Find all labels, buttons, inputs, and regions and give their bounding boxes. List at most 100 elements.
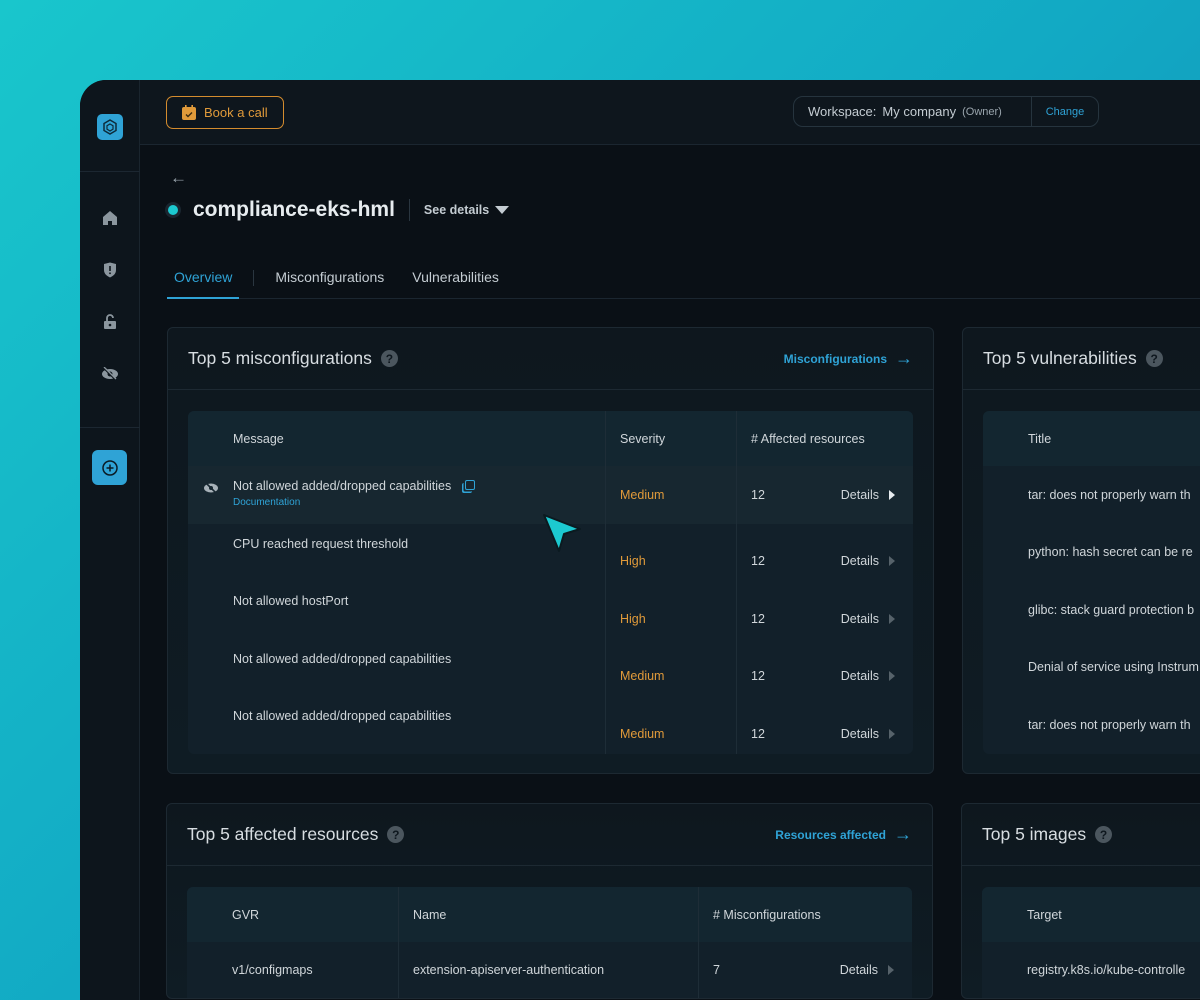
images-card: Top 5 images? Target registry.k8s.io/kub…: [961, 803, 1200, 999]
affected-resources-card: Top 5 affected resources? Resources affe…: [166, 803, 933, 999]
name-cell: extension-apiserver-authentication: [398, 942, 698, 998]
details-label: Details: [840, 554, 879, 569]
message-text: Not allowed hostPort: [233, 594, 349, 608]
book-call-button[interactable]: Book a call: [166, 96, 284, 129]
severity-cell: High: [605, 581, 736, 639]
row-spacer: [188, 652, 233, 655]
details-label: Details: [840, 487, 879, 502]
details-button[interactable]: Details: [841, 727, 895, 741]
top-bar: Book a call Workspace: My company (Owner) …: [140, 80, 1200, 145]
logo-icon[interactable]: [97, 114, 123, 140]
help-icon[interactable]: ?: [387, 826, 405, 843]
table-row[interactable]: Not allowed added/dropped capabilities M…: [188, 696, 913, 754]
table-row[interactable]: glibc: stack guard protection b: [983, 581, 1200, 639]
link-label: Misconfigurations: [783, 351, 887, 366]
tab-overview[interactable]: Overview: [167, 260, 240, 299]
title-cell: tar: does not properly warn th: [1028, 487, 1191, 502]
tab-vulnerabilities[interactable]: Vulnerabilities: [405, 260, 506, 299]
column-header: GVR: [232, 907, 260, 922]
details-button[interactable]: Details: [841, 669, 895, 683]
table-header: Message Severity # Affected resources: [188, 411, 913, 466]
column-header: Target: [1027, 907, 1062, 922]
table-row[interactable]: tar: does not properly warn th: [983, 466, 1200, 524]
tab-bar: Overview Misconfigurations Vulnerabiliti…: [167, 260, 1200, 299]
tab-misconfigurations[interactable]: Misconfigurations: [268, 260, 391, 299]
table-header: GVR Name # Misconfigurations: [187, 887, 912, 942]
help-icon[interactable]: ?: [380, 350, 398, 367]
table-row[interactable]: tar: does not properly warn th: [983, 696, 1200, 754]
details-button[interactable]: Details: [841, 488, 895, 502]
chevron-right-icon: [889, 728, 895, 739]
details-label: Details: [840, 726, 879, 741]
details-button[interactable]: Details: [841, 612, 895, 626]
eye-off-icon[interactable]: [100, 364, 120, 384]
card-title: Top 5 misconfigurations: [188, 348, 372, 368]
calendar-icon: [182, 105, 196, 120]
title-cell: tar: does not properly warn th: [1028, 717, 1191, 732]
target-cell: registry.k8s.io/kube-controlle: [1027, 963, 1186, 977]
severity-cell: Medium: [605, 466, 736, 524]
add-button[interactable]: [92, 450, 127, 485]
card-title: Top 5 images: [982, 824, 1087, 844]
caret-down-icon: [495, 206, 510, 214]
help-icon[interactable]: ?: [1095, 826, 1113, 843]
chevron-right-icon: [888, 965, 894, 975]
row-spacer: [188, 709, 233, 712]
details-label: Details: [840, 611, 879, 626]
eye-off-icon[interactable]: [188, 479, 233, 494]
details-label: Details: [840, 669, 879, 684]
message-text: Not allowed added/dropped capabilities: [233, 709, 452, 723]
count-cell: 7: [713, 963, 720, 977]
row-spacer: [188, 537, 233, 540]
misconfigurations-table: Message Severity # Affected resources No…: [188, 411, 913, 754]
table-row[interactable]: python: hash secret can be re: [983, 524, 1200, 582]
title-cell: python: hash secret can be re: [1028, 545, 1193, 560]
severity-cell: Medium: [605, 638, 736, 696]
arrow-right-icon: →: [895, 348, 913, 368]
app-window: Book a call Workspace: My company (Owner) …: [80, 80, 1200, 1000]
arrow-right-icon: →: [894, 824, 912, 844]
affected-count: 12: [751, 554, 765, 569]
link-label: Resources affected: [775, 827, 886, 842]
card-title: Top 5 affected resources: [187, 824, 379, 844]
back-arrow-icon[interactable]: ←: [170, 168, 187, 188]
misconfigurations-link[interactable]: Misconfigurations →: [784, 348, 913, 369]
sidebar: [80, 80, 140, 1000]
column-header: # Affected resources: [736, 411, 913, 466]
home-icon[interactable]: [100, 208, 120, 228]
status-dot: [168, 205, 178, 215]
severity-cell: Medium: [605, 696, 736, 754]
see-details-label: See details: [423, 203, 490, 217]
table-row[interactable]: registry.k8s.io/kube-controlle: [982, 942, 1200, 998]
images-table: Target registry.k8s.io/kube-controlle: [982, 887, 1200, 998]
workspace-name: My company: [882, 104, 957, 119]
message-text: CPU reached request threshold: [233, 536, 409, 551]
vulnerabilities-table: Title tar: does not properly warn th pyth…: [983, 411, 1200, 754]
documentation-link[interactable]: Documentation: [233, 497, 475, 508]
unlock-icon[interactable]: [100, 312, 120, 332]
resources-table: GVR Name # Misconfigurations v1/configma…: [187, 887, 912, 998]
change-workspace-button[interactable]: Change: [1032, 106, 1098, 118]
details-button[interactable]: Details: [840, 963, 894, 977]
plus-circle-icon: [101, 459, 118, 476]
column-header: # Misconfigurations: [698, 887, 912, 942]
chevron-right-icon: [889, 671, 895, 682]
resources-affected-link[interactable]: Resources affected →: [775, 824, 912, 845]
column-header: Severity: [605, 411, 736, 466]
copy-icon[interactable]: [465, 480, 476, 490]
table-row[interactable]: Not allowed hostPort High 12 Details: [188, 581, 913, 639]
gvr-cell: v1/configmaps: [232, 963, 313, 977]
shield-icon[interactable]: [100, 260, 120, 280]
workspace-role: (Owner): [962, 105, 1002, 118]
affected-count: 12: [751, 487, 765, 502]
details-button[interactable]: Details: [841, 554, 895, 568]
table-row[interactable]: Denial of service using Instrum: [983, 639, 1200, 697]
table-row[interactable]: v1/configmaps extension-apiserver-authen…: [187, 942, 912, 998]
row-spacer: [188, 594, 233, 597]
help-icon[interactable]: ?: [1145, 350, 1163, 367]
table-row[interactable]: Not allowed added/dropped capabilities M…: [188, 638, 913, 696]
page-title: compliance-eks-hml: [193, 198, 395, 221]
see-details-dropdown[interactable]: See details: [423, 203, 510, 217]
severity-cell: High: [605, 523, 736, 581]
sidebar-divider: [80, 427, 140, 428]
